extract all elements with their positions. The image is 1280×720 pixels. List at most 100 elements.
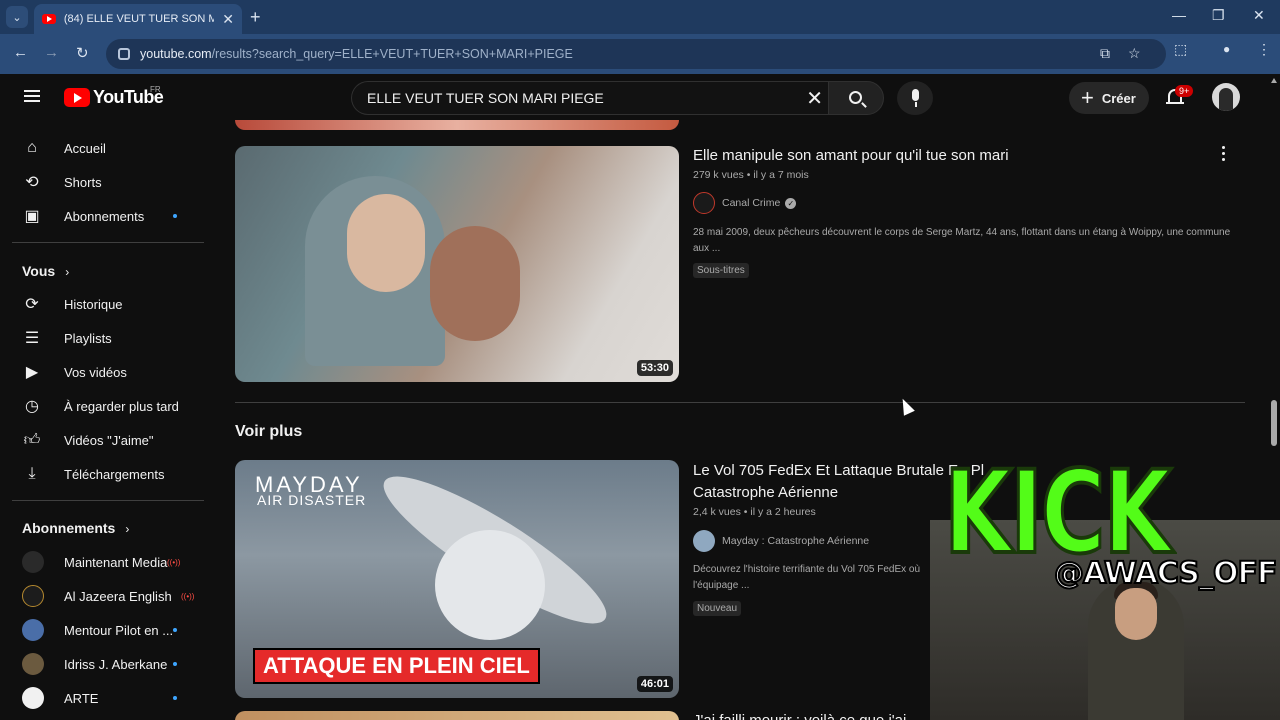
- your-videos-icon: ▶: [25, 364, 39, 381]
- history-icon: ⟳: [25, 296, 39, 313]
- voice-search-button[interactable]: [897, 81, 933, 115]
- more-actions-icon[interactable]: [1222, 146, 1226, 162]
- chevron-right-icon: ›: [65, 265, 70, 279]
- sidebar-item-home[interactable]: ⌂ Accueil: [12, 131, 204, 165]
- address-bar[interactable]: youtube.com/results?search_query=ELLE+VE…: [106, 39, 1166, 69]
- channel-avatar: [22, 619, 44, 641]
- verified-check-icon: ✓: [785, 197, 797, 209]
- streamer-face: [1115, 588, 1157, 640]
- thumbnail-plane-nose: [435, 530, 545, 640]
- search-query-text: ELLE VEUT TUER SON MARI PIEGE: [367, 90, 604, 106]
- channel-avatar: [693, 530, 715, 552]
- download-icon: ⤓: [28, 465, 36, 482]
- guide-sidebar: ⌂ Accueil ⟲ Shorts ▣ Abonnements Vous › ⟳…: [0, 120, 216, 720]
- sidebar-item-liked-videos[interactable]: 👍︎ Vidéos "J'aime": [12, 423, 204, 457]
- url-text: youtube.com/results?search_query=ELLE+VE…: [140, 47, 573, 61]
- extensions-puzzle-icon[interactable]: ⬚: [1174, 41, 1187, 58]
- video-thumbnail[interactable]: 53:30: [235, 146, 679, 382]
- browser-toolbar: ← → ↻ youtube.com/results?search_query=E…: [0, 34, 1280, 74]
- video-thumbnail-partial[interactable]: [235, 711, 679, 720]
- sidebar-divider: [12, 242, 204, 243]
- new-content-dot: [173, 662, 177, 666]
- sidebar-item-downloads[interactable]: ⤓ Téléchargements: [12, 457, 204, 491]
- youtube-favicon-icon: [42, 14, 56, 24]
- clear-search-icon[interactable]: ✕: [806, 86, 823, 111]
- video-thumbnail-partial[interactable]: [235, 120, 679, 130]
- sidebar-item-your-videos[interactable]: ▶ Vos vidéos: [12, 355, 204, 389]
- window-restore-icon[interactable]: ❐: [1212, 7, 1225, 24]
- scroll-up-arrow-icon[interactable]: [1271, 78, 1277, 83]
- window-minimize-icon[interactable]: —: [1172, 7, 1186, 23]
- channel-avatar: [693, 192, 715, 214]
- section-title: Voir plus: [235, 423, 303, 440]
- thumbs-up-icon: 👍︎: [23, 431, 41, 449]
- new-content-dot: [173, 696, 177, 700]
- live-indicator-icon: ((•)): [167, 557, 181, 567]
- watch-later-icon: ◷: [25, 398, 39, 415]
- new-tab-plus-icon[interactable]: +: [250, 7, 261, 28]
- kick-logo: KICK: [943, 450, 1174, 580]
- window-close-icon[interactable]: ✕: [1253, 7, 1265, 24]
- channel-avatar: [22, 585, 44, 607]
- new-content-dot: [173, 214, 177, 218]
- thumbnail-banner: ATTAQUE EN PLEIN CIEL: [253, 648, 540, 684]
- tab-close-icon[interactable]: ✕: [222, 11, 234, 28]
- subtitles-badge: Sous-titres: [693, 263, 749, 278]
- logo-region: FR: [150, 85, 161, 94]
- scrollbar-thumb[interactable]: [1271, 400, 1277, 446]
- search-input[interactable]: ELLE VEUT TUER SON MARI PIEGE ✕: [351, 81, 829, 115]
- reload-icon[interactable]: ↻: [76, 44, 89, 62]
- profile-icon[interactable]: ●: [1223, 42, 1230, 56]
- youtube-logo[interactable]: YouTube FR: [64, 85, 164, 108]
- stream-overlay: KICK @AWACS_OFF: [930, 450, 1280, 720]
- plus-icon: +: [1081, 85, 1094, 110]
- sidebar-item-watch-later[interactable]: ◷ À regarder plus tard: [12, 389, 204, 423]
- tab-search-chevron-icon[interactable]: ⌄: [6, 6, 28, 28]
- browser-tab-active[interactable]: (84) ELLE VEUT TUER SON MARI PIEGE ✕: [34, 4, 242, 34]
- video-metadata: 279 k vues • il y a 7 mois: [693, 169, 809, 181]
- youtube-play-icon: [64, 88, 90, 107]
- channel-row[interactable]: Mayday : Catastrophe Aérienne: [693, 530, 869, 552]
- section-divider: [235, 402, 1245, 403]
- channel-avatar: [22, 687, 44, 709]
- thumbnail-face: [430, 226, 520, 341]
- video-title-partial[interactable]: J'ai failli mourir : voilà ce que j'ai: [693, 710, 906, 720]
- video-metadata: 2,4 k vues • il y a 2 heures: [693, 506, 816, 518]
- sidebar-channel-idriss-aberkane[interactable]: Idriss J. Aberkane: [12, 647, 204, 681]
- sidebar-item-shorts[interactable]: ⟲ Shorts: [12, 165, 204, 199]
- sidebar-item-subscriptions[interactable]: ▣ Abonnements: [12, 199, 204, 233]
- channel-avatar: [22, 653, 44, 675]
- video-thumbnail[interactable]: MAYDAY AIR DISASTER ATTAQUE EN PLEIN CIE…: [235, 460, 679, 698]
- shorts-icon: ⟲: [25, 174, 39, 191]
- sidebar-you-heading[interactable]: Vous ›: [22, 263, 69, 279]
- live-indicator-icon: ((•)): [181, 591, 195, 601]
- playlists-icon: ☰: [24, 330, 40, 347]
- create-button[interactable]: + Créer: [1069, 82, 1149, 114]
- account-avatar[interactable]: [1212, 83, 1240, 111]
- sidebar-divider: [12, 500, 204, 501]
- sidebar-channel-arte[interactable]: ARTE: [12, 681, 204, 715]
- channel-row[interactable]: Canal Crime ✓: [693, 192, 797, 214]
- sidebar-channel-maintenant-media[interactable]: Maintenant Media ((•)): [12, 545, 204, 579]
- thumbnail-subtitle: AIR DISASTER: [257, 492, 367, 508]
- sidebar-channel-al-jazeera[interactable]: Al Jazeera English ((•)): [12, 579, 204, 613]
- browser-menu-icon[interactable]: ⋮: [1257, 41, 1271, 58]
- bookmark-star-icon[interactable]: ☆: [1128, 45, 1141, 62]
- search-button[interactable]: [828, 81, 884, 115]
- sidebar-subscriptions-heading[interactable]: Abonnements ›: [22, 520, 129, 536]
- video-description: 28 mai 2009, deux pêcheurs découvrent le…: [693, 227, 1231, 254]
- forward-arrow-icon[interactable]: →: [44, 44, 59, 61]
- hamburger-menu-icon[interactable]: [24, 90, 40, 102]
- sidebar-item-playlists[interactable]: ☰ Playlists: [12, 321, 204, 355]
- microphone-icon: [912, 89, 919, 101]
- install-app-icon[interactable]: ⧉: [1100, 45, 1110, 62]
- subscriptions-icon: ▣: [24, 208, 40, 225]
- sidebar-item-history[interactable]: ⟳ Historique: [12, 287, 204, 321]
- sidebar-channel-mentour-pilot[interactable]: Mentour Pilot en ...: [12, 613, 204, 647]
- site-info-icon[interactable]: [118, 48, 130, 60]
- video-duration: 46:01: [636, 676, 673, 692]
- video-title[interactable]: Elle manipule son amant pour qu'il tue s…: [693, 145, 1009, 167]
- browser-tab-strip: ⌄ (84) ELLE VEUT TUER SON MARI PIEGE ✕ +…: [0, 0, 1280, 34]
- back-arrow-icon[interactable]: ←: [13, 44, 28, 61]
- channel-avatar: [22, 551, 44, 573]
